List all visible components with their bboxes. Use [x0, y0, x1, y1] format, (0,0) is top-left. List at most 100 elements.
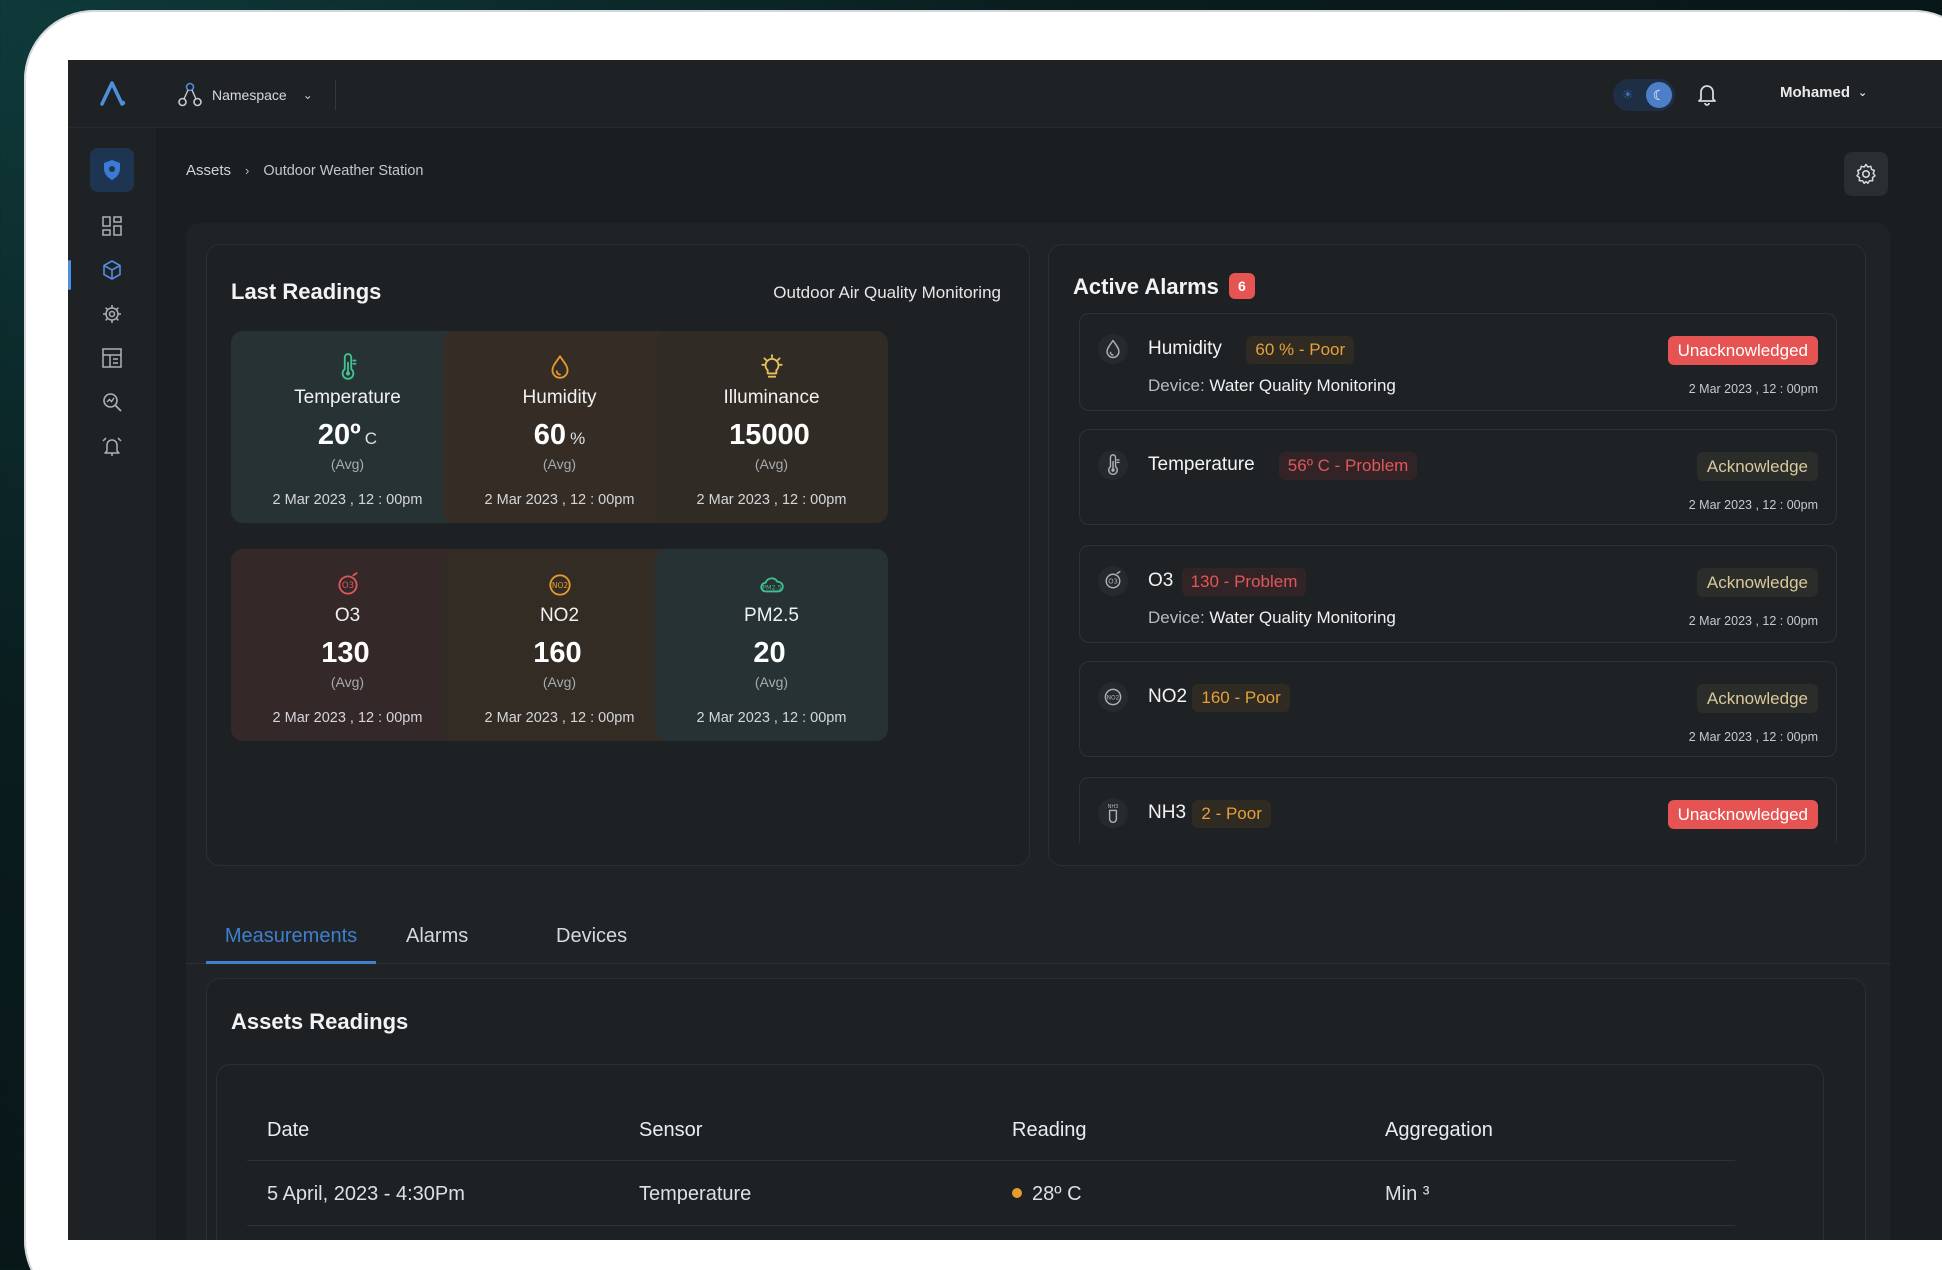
cube-icon [103, 260, 121, 280]
reading-tile-o3[interactable]: O3 O3 130 (Avg) 2 Mar 2023 , 12 : 00pm [231, 549, 464, 741]
sidebar-item-assets[interactable] [90, 248, 134, 292]
alarm-timestamp: 2 Mar 2023 , 12 : 00pm [1688, 382, 1818, 396]
device-name: Water Quality Monitoring [1209, 608, 1396, 627]
o3-icon: O3 [1098, 566, 1128, 596]
chevron-right-icon: › [245, 163, 250, 178]
tile-value-number: 130 [321, 637, 370, 669]
row-divider [247, 1225, 1735, 1226]
tile-timestamp: 2 Mar 2023 , 12 : 00pm [272, 710, 423, 726]
column-header-sensor[interactable]: Sensor [639, 1119, 702, 1142]
tile-aggregate-label: (Avg) [542, 456, 577, 472]
device-label: Device: [1148, 608, 1205, 627]
unacknowledged-badge[interactable]: Unacknowledged [1667, 800, 1818, 829]
sidebar-item-layouts[interactable] [90, 336, 134, 380]
grid-icon [102, 216, 122, 236]
sidebar-item-security[interactable] [90, 148, 134, 192]
cell-reading-value: 28º C [1032, 1183, 1082, 1205]
acknowledge-button[interactable]: Acknowledge [1696, 452, 1818, 481]
cell-aggregation: Min ³ [1385, 1183, 1430, 1205]
alarm-name: O3 [1148, 570, 1174, 591]
reading-tile-pm2-5[interactable]: PM2.5 PM2.5 20 (Avg) 2 Mar 2023 , 12 : 0… [655, 549, 888, 741]
tile-aggregate-label: (Avg) [330, 674, 365, 690]
namespace-selector[interactable]: Namespace ⌄ [178, 80, 336, 110]
sidebar [68, 128, 156, 1240]
sidebar-item-analytics[interactable] [90, 380, 134, 424]
column-header-reading[interactable]: Reading [1012, 1119, 1087, 1142]
alarm-card[interactable]: Temperature 56º C - Problem Acknowledge 2… [1079, 429, 1837, 525]
tab-bar: Measurements Alarms Devices [186, 920, 1890, 964]
tile-value: 20 [655, 637, 888, 670]
namespace-icon [178, 82, 202, 107]
user-name: Mohamed [1780, 84, 1851, 101]
tile-name: O3 [334, 605, 361, 626]
tile-timestamp: 2 Mar 2023 , 12 : 00pm [484, 492, 635, 508]
acknowledge-button[interactable]: Acknowledge [1696, 568, 1818, 597]
reading-tile-illuminance[interactable]: Illuminance 15000 (Avg) 2 Mar 2023 , 12 … [655, 331, 888, 523]
search-chart-icon [103, 393, 122, 412]
alarm-card[interactable]: O3 O3 130 - Problem Acknowledge Device: W… [1079, 545, 1837, 643]
sidebar-item-devices[interactable] [90, 292, 134, 336]
severity-tag: 160 - Poor [1192, 684, 1290, 712]
tile-unit: % [570, 429, 586, 448]
tile-timestamp: 2 Mar 2023 , 12 : 00pm [696, 492, 847, 508]
tile-name: PM2.5 [744, 605, 799, 626]
bell-icon[interactable] [1693, 80, 1721, 108]
alarm-name: Humidity [1148, 338, 1222, 359]
alarm-card[interactable]: Humidity 60 % - Poor Unacknowledged Devic… [1079, 313, 1837, 411]
column-header-aggregation[interactable]: Aggregation [1385, 1119, 1493, 1142]
logo-icon[interactable] [96, 78, 128, 110]
tab-measurements[interactable]: Measurements [206, 920, 376, 964]
theme-toggle[interactable]: ☀ ☾ [1613, 79, 1675, 111]
svg-text:O3: O3 [341, 581, 353, 591]
chip-icon [103, 305, 121, 323]
nh3-icon: NH3 [1098, 798, 1128, 828]
cell-reading: 28º C [1012, 1183, 1082, 1206]
alarm-card[interactable]: NH3 NH3 2 - Poor Unacknowledged [1079, 777, 1837, 843]
alarm-timestamp: 2 Mar 2023 , 12 : 00pm [1688, 614, 1818, 628]
tile-value-number: 15000 [729, 419, 810, 451]
namespace-label: Namespace [212, 87, 287, 103]
thermometer-icon [1098, 450, 1128, 480]
alarm-device: Device: Water Quality Monitoring [1148, 376, 1396, 396]
tile-value: 20º C [231, 419, 464, 452]
active-indicator [68, 260, 71, 290]
svg-text:NH3: NH3 [1108, 804, 1119, 810]
layout-icon [102, 348, 122, 368]
breadcrumb-current: Outdoor Weather Station [263, 162, 424, 179]
sidebar-item-dashboard[interactable] [90, 204, 134, 248]
tile-value: 160 [443, 637, 676, 670]
tile-value: 15000 [655, 419, 888, 452]
tile-value-number: 60 [533, 419, 567, 451]
reading-tile-temperature[interactable]: Temperature 20º C (Avg) 2 Mar 2023 , 12 :… [231, 331, 464, 523]
alarm-name: NO2 [1148, 686, 1188, 707]
alarm-card[interactable]: NO2 NO2 160 - Poor Acknowledge 2 Mar 2023… [1079, 661, 1837, 757]
unacknowledged-badge[interactable]: Unacknowledged [1667, 336, 1818, 365]
breadcrumb-root[interactable]: Assets [186, 162, 231, 179]
tile-value-number: 20 [753, 637, 786, 669]
top-bar: Namespace ⌄ ☀ ☾ Mohamed ⌄ [68, 60, 1942, 128]
tile-timestamp: 2 Mar 2023 , 12 : 00pm [272, 492, 423, 508]
severity-tag: 60 % - Poor [1246, 336, 1355, 364]
column-header-date[interactable]: Date [267, 1119, 309, 1142]
tile-name: Illuminance [723, 387, 820, 408]
tile-timestamp: 2 Mar 2023 , 12 : 00pm [696, 710, 847, 726]
reading-tile-humidity[interactable]: Humidity 60% (Avg) 2 Mar 2023 , 12 : 00p… [443, 331, 676, 523]
chevron-down-icon: ⌄ [302, 88, 313, 102]
alarm-timestamp: 2 Mar 2023 , 12 : 00pm [1688, 730, 1818, 744]
svg-text:PM2.5: PM2.5 [762, 583, 782, 591]
user-menu[interactable]: Mohamed ⌄ [1780, 84, 1867, 101]
thermometer-icon [231, 351, 464, 383]
alarm-timestamp: 2 Mar 2023 , 12 : 00pm [1688, 498, 1818, 512]
acknowledge-button[interactable]: Acknowledge [1696, 684, 1818, 713]
svg-text:O3: O3 [1108, 578, 1118, 586]
svg-text:NO2: NO2 [551, 581, 568, 590]
tab-devices[interactable]: Devices [556, 920, 627, 964]
gear-icon [1856, 163, 1876, 185]
sidebar-item-alarms[interactable] [90, 424, 134, 468]
reading-tile-no2[interactable]: NO2 NO2 160 (Avg) 2 Mar 2023 , 12 : 00pm [443, 549, 676, 741]
tab-alarms[interactable]: Alarms [406, 920, 468, 964]
cell-date: 5 April, 2023 - 4:30Pm [267, 1183, 465, 1205]
assets-readings-table: Date Sensor Reading Aggregation 5 April,… [216, 1064, 1824, 1240]
settings-button[interactable] [1844, 152, 1888, 196]
tile-value: 130 [231, 637, 464, 670]
